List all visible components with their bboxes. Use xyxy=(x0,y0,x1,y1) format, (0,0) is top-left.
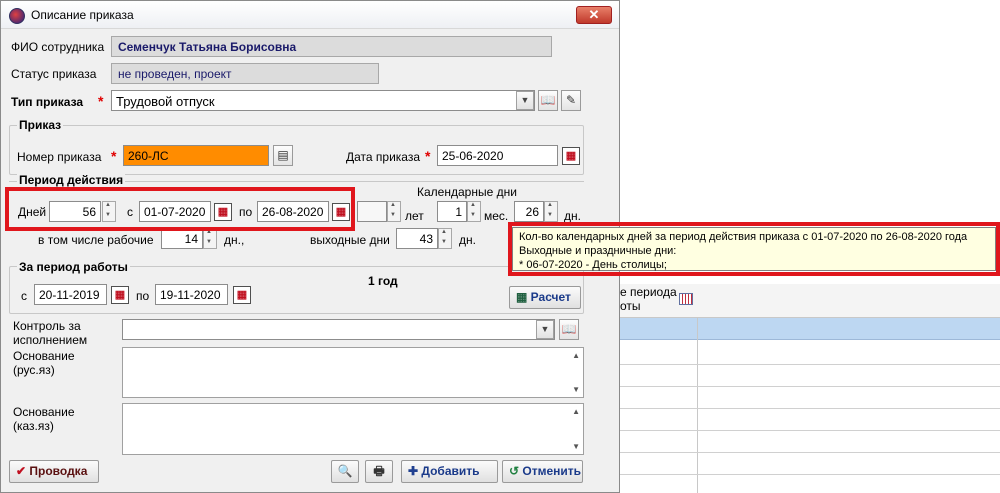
work-period-title: За период работы xyxy=(17,260,130,274)
cancel-button[interactable]: ↺ Отменить xyxy=(502,460,583,483)
required-mark: * xyxy=(111,148,117,164)
tooltip-highlight-box xyxy=(508,222,1000,276)
edit-icon[interactable]: ✎ xyxy=(561,90,581,111)
order-type-select[interactable]: Трудовой отпуск xyxy=(111,90,535,111)
cal-days-field[interactable]: 26 xyxy=(514,201,544,222)
calendar-icon[interactable] xyxy=(679,293,693,305)
months-label: мес. xyxy=(484,209,509,223)
work-to-field[interactable]: 19-11-2020 xyxy=(155,284,228,305)
cancel-label: Отменить xyxy=(522,464,582,478)
work-duration: 1 год xyxy=(368,274,398,288)
workdays-unit: дн., xyxy=(224,233,245,247)
scroll-up-icon[interactable]: ▲ xyxy=(572,351,580,360)
control-label: Контроль за исполнением xyxy=(13,319,88,347)
add-label: Добавить xyxy=(421,464,480,478)
required-mark: * xyxy=(425,148,431,164)
highlight-box xyxy=(5,187,355,231)
status-label: Статус приказа xyxy=(11,67,97,81)
order-date-field[interactable]: 25-06-2020 xyxy=(437,145,558,166)
basis-ru-textarea[interactable]: ▲ ▼ xyxy=(122,347,584,398)
cal-days-spinner[interactable] xyxy=(544,201,558,222)
workdays-label: в том числе рабочие xyxy=(38,233,154,247)
work-from-field[interactable]: 20-11-2019 xyxy=(34,284,107,305)
cal-days-label: дн. xyxy=(564,209,581,223)
preview-icon: 🔍 xyxy=(337,464,353,478)
basis-kz-textarea[interactable]: ▲ ▼ xyxy=(122,403,584,455)
order-type-label: Тип приказа xyxy=(11,95,84,109)
grid-row-line xyxy=(620,474,1000,475)
months-spinner[interactable] xyxy=(467,201,481,222)
calendar-days-label: Календарные дни xyxy=(417,185,517,199)
work-from-label: с xyxy=(21,289,27,303)
close-button[interactable]: ✕ xyxy=(576,6,612,24)
add-number-icon[interactable]: ▤ xyxy=(273,145,293,166)
grid-row-line xyxy=(620,430,1000,431)
employee-label: ФИО сотрудника xyxy=(11,40,105,54)
weekend-field[interactable]: 43 xyxy=(396,228,438,249)
order-number-label: Номер приказа xyxy=(17,150,102,164)
grid-row-line xyxy=(620,386,1000,387)
work-to-label: по xyxy=(136,289,150,303)
post-label: Проводка xyxy=(29,464,88,478)
calendar-icon[interactable]: ▦ xyxy=(233,286,251,304)
weekend-spinner[interactable] xyxy=(438,228,452,249)
basis-kz-label: Основание (каз.яз) xyxy=(13,405,75,433)
title-bar[interactable]: Описание приказа ✕ xyxy=(1,1,619,29)
calculator-icon: ▦ xyxy=(516,290,531,304)
calendar-icon[interactable]: ▦ xyxy=(562,147,580,165)
printer-icon: 🖶 xyxy=(373,464,385,478)
weekend-label: выходные дни xyxy=(310,233,390,247)
plus-icon: ✚ xyxy=(408,464,422,478)
add-button[interactable]: ✚ Добавить xyxy=(401,460,498,483)
required-mark: * xyxy=(98,93,104,109)
checkmark-icon: ✔ xyxy=(16,464,30,478)
order-number-field[interactable]: 260-ЛС xyxy=(123,145,269,166)
calculate-label: Расчет xyxy=(530,290,571,304)
grid-selected-row[interactable] xyxy=(620,318,1000,340)
grid-header xyxy=(620,284,1000,318)
grid-row-line xyxy=(620,364,1000,365)
calendar-icon[interactable]: ▦ xyxy=(111,286,129,304)
chevron-down-icon[interactable]: ▼ xyxy=(516,91,534,110)
book-icon[interactable]: 📖 xyxy=(559,319,579,340)
book-icon[interactable]: 📖 xyxy=(538,90,558,111)
scroll-up-icon[interactable]: ▲ xyxy=(572,407,580,416)
scroll-down-icon[interactable]: ▼ xyxy=(572,442,580,451)
period-group-title: Период действия xyxy=(17,173,126,187)
grid-header-text: е периода оты xyxy=(620,285,677,313)
years-field[interactable] xyxy=(357,201,387,222)
years-label: лет xyxy=(405,209,424,223)
scroll-down-icon[interactable]: ▼ xyxy=(572,385,580,394)
years-spinner[interactable] xyxy=(387,201,401,222)
grid-column-divider xyxy=(697,318,698,493)
control-select[interactable] xyxy=(122,319,555,340)
undo-icon: ↺ xyxy=(509,464,523,478)
grid-row-line xyxy=(620,452,1000,453)
workdays-field[interactable]: 14 xyxy=(161,228,203,249)
post-button[interactable]: ✔ Проводка xyxy=(9,460,99,483)
app-icon xyxy=(9,8,25,24)
basis-ru-label: Основание (рус.яз) xyxy=(13,349,75,377)
calculate-button[interactable]: ▦ Расчет xyxy=(509,286,581,309)
window-title: Описание приказа xyxy=(31,8,134,22)
print-button[interactable]: 🖶 xyxy=(365,460,393,483)
chevron-down-icon[interactable]: ▼ xyxy=(536,320,554,339)
preview-button[interactable]: 🔍 xyxy=(331,460,359,483)
workdays-spinner[interactable] xyxy=(203,228,217,249)
grid-row-line xyxy=(620,408,1000,409)
status-field: не проведен, проект xyxy=(111,63,379,84)
order-group-title: Приказ xyxy=(17,118,64,132)
order-date-label: Дата приказа xyxy=(346,150,421,164)
months-field[interactable]: 1 xyxy=(437,201,467,222)
employee-field: Семенчук Татьяна Борисовна xyxy=(111,36,552,57)
weekend-unit: дн. xyxy=(459,233,476,247)
